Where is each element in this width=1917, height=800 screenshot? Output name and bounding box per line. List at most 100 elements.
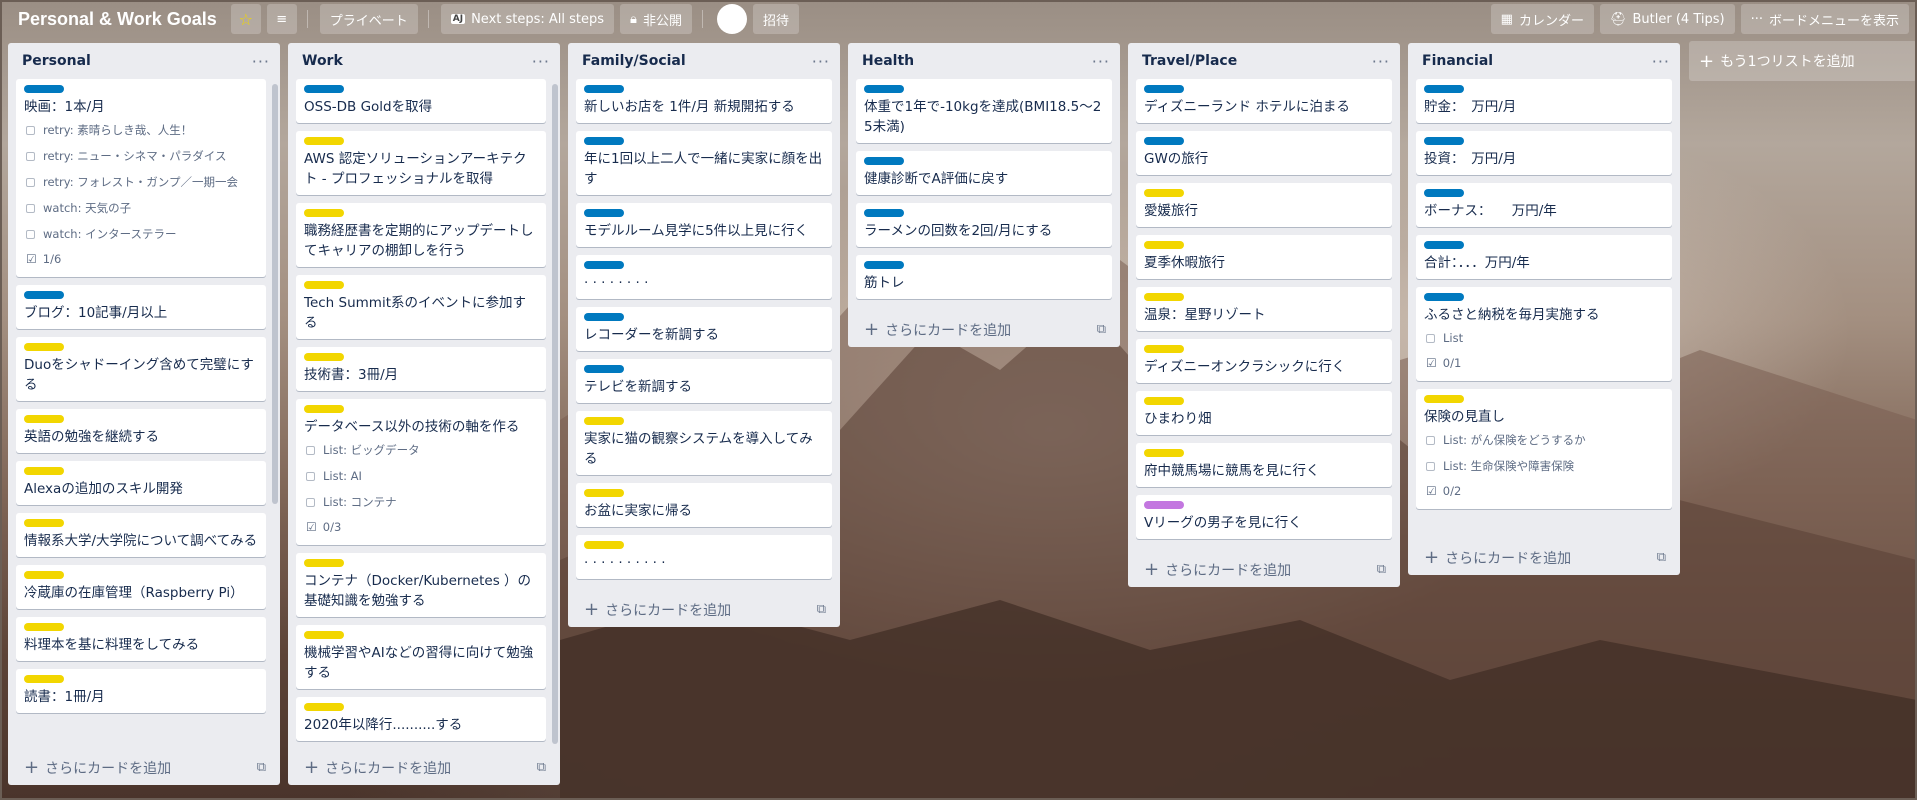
card[interactable]: 筋トレ (856, 255, 1112, 299)
card[interactable]: 体重で1年で-10kgを達成(BMI18.5～25未満) (856, 79, 1112, 143)
list-menu-icon[interactable]: ··· (1372, 52, 1390, 71)
card[interactable]: 実家に猫の観察システムを導入してみる (576, 411, 832, 475)
card[interactable]: 料理本を基に料理をしてみる (16, 617, 266, 661)
avatar[interactable] (716, 4, 747, 34)
board-type-button[interactable]: ≡ (266, 4, 297, 34)
list-menu-icon[interactable]: ··· (1652, 52, 1670, 71)
checklist-item[interactable]: List: コンテナ (304, 489, 538, 515)
card[interactable]: 夏季休暇旅行 (1136, 235, 1392, 279)
card-label[interactable] (1144, 85, 1184, 93)
list-scrollbar[interactable] (272, 84, 278, 504)
card[interactable]: コンテナ（Docker/Kubernetes ）の基礎知識を勉強する (296, 553, 546, 617)
card-label[interactable] (24, 519, 64, 527)
checkbox-icon[interactable] (26, 229, 35, 239)
checklist-item[interactable]: List: 生命保険や障害保険 (1424, 453, 1664, 479)
card[interactable]: 冷蔵庫の在庫管理（Raspberry Pi） (16, 565, 266, 609)
card[interactable]: 技術書：3冊/月 (296, 347, 546, 391)
card-label[interactable] (304, 405, 344, 413)
card-label[interactable] (304, 85, 344, 93)
card[interactable]: ふるさと納税を毎月実施する List ☑ 0/1 (1416, 287, 1672, 381)
list-title[interactable]: Work (302, 53, 343, 69)
card-label[interactable] (304, 137, 344, 145)
card[interactable]: 英語の勉強を継続する (16, 409, 266, 453)
checkbox-icon[interactable] (306, 497, 315, 507)
add-list-button[interactable]: + もう1つリストを追加 (1689, 41, 1917, 81)
card-label[interactable] (1144, 241, 1184, 249)
add-card-button[interactable]: + さらにカードを追加 ⧉ (568, 591, 840, 627)
card[interactable]: 温泉：星野リゾート (1136, 287, 1392, 331)
card-label[interactable] (24, 571, 64, 579)
card[interactable]: 読書：1冊/月 (16, 669, 266, 713)
checkbox-icon[interactable] (1426, 333, 1435, 343)
checklist-item[interactable]: watch: インターステラー (24, 221, 258, 247)
card-template-icon[interactable]: ⧉ (537, 760, 546, 775)
list-menu-icon[interactable]: ··· (532, 52, 550, 71)
card-label[interactable] (584, 313, 624, 321)
card-label[interactable] (584, 417, 624, 425)
checklist-item[interactable]: watch: 天気の子 (24, 195, 258, 221)
card[interactable]: ひまわり畑 (1136, 391, 1392, 435)
card-label[interactable] (864, 157, 904, 165)
card[interactable]: 貯金： 万円/月 (1416, 79, 1672, 123)
card-label[interactable] (1424, 293, 1464, 301)
card[interactable]: 職務経歴書を定期的にアップデートしてキャリアの棚卸しを行う (296, 203, 546, 267)
card-label[interactable] (1424, 137, 1464, 145)
checklist-item[interactable]: retry: 素晴らしき哉、人生！ (24, 117, 258, 143)
checkbox-icon[interactable] (26, 203, 35, 213)
card-label[interactable] (304, 281, 344, 289)
card-template-icon[interactable]: ⧉ (257, 760, 266, 775)
card-label[interactable] (1424, 241, 1464, 249)
card-label[interactable] (1144, 345, 1184, 353)
card[interactable]: 府中競馬場に競馬を見に行く (1136, 443, 1392, 487)
card-label[interactable] (304, 353, 344, 361)
add-card-button[interactable]: + さらにカードを追加 ⧉ (1128, 551, 1400, 587)
card-label[interactable] (24, 467, 64, 475)
card[interactable]: 機械学習やAIなどの習得に向けて勉強する (296, 625, 546, 689)
checkbox-icon[interactable] (1426, 461, 1435, 471)
card-label[interactable] (304, 209, 344, 217)
checklist-item[interactable]: List: がん保険をどうするか (1424, 427, 1664, 453)
card[interactable]: Tech Summit系のイベントに参加する (296, 275, 546, 339)
card-label[interactable] (584, 365, 624, 373)
team-visibility-button[interactable]: プライベート (319, 4, 418, 34)
card-label[interactable] (584, 541, 624, 549)
checklist-item[interactable]: retry: ニュー・シネマ・パラダイス (24, 143, 258, 169)
card-label[interactable] (1144, 501, 1184, 509)
add-card-button[interactable]: + さらにカードを追加 ⧉ (288, 749, 560, 785)
add-card-button[interactable]: + さらにカードを追加 ⧉ (8, 749, 280, 785)
card-label[interactable] (864, 209, 904, 217)
card-label[interactable] (24, 291, 64, 299)
card[interactable]: 投資： 万円/月 (1416, 131, 1672, 175)
card[interactable]: 映画：1本/月 retry: 素晴らしき哉、人生！ retry: ニュー・シネマ・パ… (16, 79, 266, 277)
card[interactable]: 合計：．．．万円/年 (1416, 235, 1672, 279)
checkbox-icon[interactable] (306, 471, 315, 481)
card[interactable]: モデルルーム見学に5件以上見に行く (576, 203, 832, 247)
list-menu-icon[interactable]: ··· (812, 52, 830, 71)
card-label[interactable] (304, 631, 344, 639)
card-label[interactable] (1144, 449, 1184, 457)
card[interactable]: 保険の見直し List: がん保険をどうするか List: 生命保険や障害保険 ☑ 0/… (1416, 389, 1672, 509)
checkbox-icon[interactable] (26, 177, 35, 187)
card-label[interactable] (1144, 293, 1184, 301)
card-label[interactable] (24, 675, 64, 683)
card[interactable]: · · · · · · · · · · (576, 535, 832, 579)
card[interactable]: OSS-DB Goldを取得 (296, 79, 546, 123)
checklist-item[interactable]: List (1424, 325, 1664, 351)
card[interactable]: AWS 認定ソリューションアーキテクト - プロフェッショナルを取得 (296, 131, 546, 195)
next-steps-button[interactable]: AJ Next steps: All steps (440, 4, 615, 34)
list-title[interactable]: Financial (1422, 53, 1493, 69)
card-label[interactable] (1144, 137, 1184, 145)
list-title[interactable]: Travel/Place (1142, 53, 1237, 69)
card-label[interactable] (584, 489, 624, 497)
card-template-icon[interactable]: ⧉ (817, 602, 826, 617)
checkbox-icon[interactable] (26, 151, 35, 161)
card[interactable]: 愛媛旅行 (1136, 183, 1392, 227)
card-label[interactable] (304, 703, 344, 711)
card-label[interactable] (584, 261, 624, 269)
checkbox-icon[interactable] (306, 445, 315, 455)
checkbox-icon[interactable] (26, 125, 35, 135)
list-menu-icon[interactable]: ··· (1092, 52, 1110, 71)
card[interactable]: Alexaの追加のスキル開発 (16, 461, 266, 505)
star-button[interactable]: ☆ (230, 4, 261, 34)
card[interactable]: GWの旅行 (1136, 131, 1392, 175)
